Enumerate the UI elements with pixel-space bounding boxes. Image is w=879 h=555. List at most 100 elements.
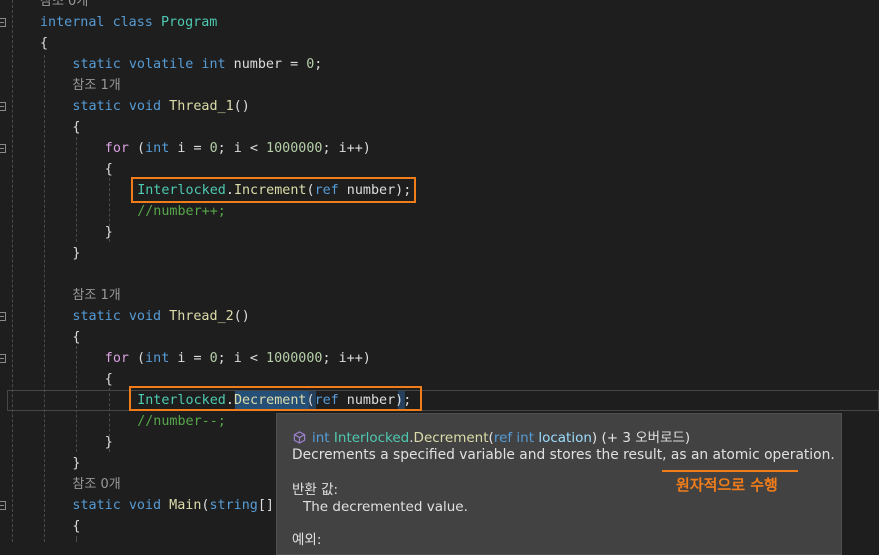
indent-guide [12,0,13,542]
code-line[interactable]: for (int i = 0; i < 1000000; i++) [105,138,371,159]
code-token: string [209,498,258,513]
sig-class[interactable]: Interlocked [334,430,409,446]
code-token: int [201,57,226,72]
code-token: for [104,351,129,366]
exceptions-label: 예외: [292,532,322,548]
code-token: for [104,141,129,156]
codelens-reference-count[interactable]: 참조 0개 [72,477,120,492]
returns-label: 반환 값: [292,482,339,498]
indent-guide [76,346,77,452]
code-line[interactable]: { [72,516,80,537]
code-token: number = [225,57,307,72]
code-token: Thread_2 [169,309,234,324]
code-token: { [40,36,49,51]
code-token: } [104,225,113,240]
code-line[interactable]: 참조 0개 [72,474,120,495]
method-description: Decrements a specified variable and stor… [292,447,835,463]
code-line[interactable]: for (int i = 0; i < 1000000; i++) [105,348,371,369]
code-token: void [128,99,162,114]
method-signature: int Interlocked.Decrement(ref int locati… [293,426,690,446]
annotation-underline [662,470,798,472]
code-token: } [72,456,81,471]
code-line[interactable]: //number--; [137,411,226,432]
code-token: Program [160,15,218,30]
codelens-reference-count[interactable]: 참조 1개 [72,288,120,303]
collapse-toggle[interactable] [0,102,6,111]
code-line[interactable]: 참조 1개 [72,75,120,96]
highlight-box-increment [131,177,416,203]
annotation-text: 원자적으로 수행 [676,476,778,494]
code-token: () [233,99,250,114]
collapse-toggle[interactable] [0,18,6,27]
code-line[interactable]: { [72,117,80,138]
code-token: ; i++) [322,141,371,156]
collapse-toggle[interactable] [0,501,6,510]
codelens-reference-count[interactable]: 참조 1개 [72,78,120,93]
code-token: void [128,498,162,513]
code-token: static [72,99,121,114]
code-token: int [145,351,170,366]
code-line[interactable]: static volatile int number = 0; [72,54,322,75]
code-line[interactable]: 참조 1개 [72,285,120,306]
code-token: } [72,246,81,261]
collapse-toggle[interactable] [0,354,6,363]
code-token: static [72,57,121,72]
code-line[interactable]: } [72,243,80,264]
code-token: { [72,330,81,345]
code-token: 1000000 [266,351,323,366]
code-line[interactable]: static void Thread_1() [72,96,249,117]
collapse-toggle[interactable] [0,312,6,321]
code-token: internal [40,15,105,30]
quickinfo-tooltip: int Interlocked.Decrement(ref int locati… [276,413,842,555]
code-line[interactable]: { [72,327,80,348]
indent-guide [76,137,77,242]
sig-ref-type: ref int [493,430,535,446]
code-line[interactable]: } [105,222,113,243]
code-line[interactable]: //number++; [137,201,226,222]
code-line[interactable]: { [40,33,48,54]
sig-overloads: (+ 3 오버로드) [601,430,691,446]
indent-guide [44,55,45,542]
code-token: ; i < [217,351,267,366]
code-line[interactable]: internal class Program [40,12,217,33]
code-token: ; i++) [322,351,371,366]
code-token: i = [169,351,210,366]
code-line[interactable]: } [72,453,80,474]
collapse-toggle[interactable] [0,144,6,153]
code-token: } [104,435,113,450]
code-token: class [112,15,153,30]
code-token: { [104,372,113,387]
code-line[interactable]: 참조 0개 [40,0,88,12]
code-token: //number--; [137,414,226,429]
sig-close: ) [591,430,598,446]
sig-method: Decrement [413,430,489,446]
code-token: i = [169,141,210,156]
code-token: 0 [209,351,218,366]
code-token: [] [257,498,274,513]
code-token: static [72,309,121,324]
code-token: { [72,120,81,135]
code-line[interactable]: { [105,159,113,180]
returns-value: The decremented value. [303,499,468,515]
code-token: int [145,141,170,156]
sig-param: location [538,430,592,446]
code-token: Main [169,498,202,513]
code-token: { [72,519,81,534]
codelens-reference-count[interactable]: 참조 0개 [40,0,88,9]
code-line[interactable]: } [105,432,113,453]
code-token: 1000000 [266,141,323,156]
sig-return-type: int [312,430,330,446]
code-token: //number++; [137,204,226,219]
code-line[interactable]: static void Main(string[] [72,495,274,516]
code-line[interactable]: static void Thread_2() [72,306,249,327]
code-token: { [104,162,113,177]
code-line[interactable]: { [105,369,113,390]
code-token: () [233,309,250,324]
